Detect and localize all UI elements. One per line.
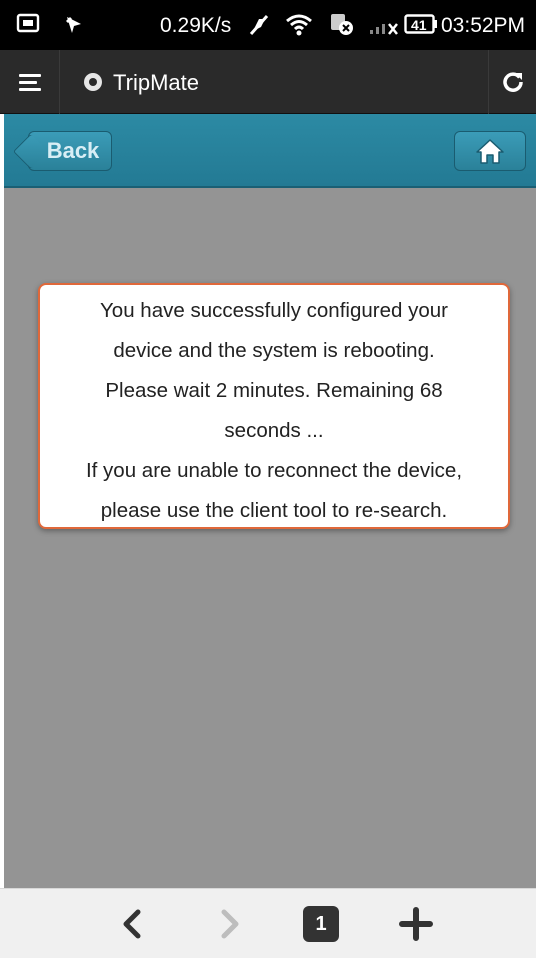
- notification-icon: [62, 12, 86, 36]
- tabs-icon: 1: [303, 906, 339, 942]
- site-title: TripMate: [113, 70, 199, 95]
- message-line: device and the system is rebooting.: [113, 339, 435, 362]
- status-bar: 0.29K/s 41 03:52PM: [0, 0, 536, 50]
- message-line: If you are unable to reconnect the devic…: [85, 459, 463, 482]
- bottom-navigation: 1: [0, 888, 536, 958]
- page-header: Back: [4, 114, 536, 188]
- content-area: You have successfully configured your de…: [4, 188, 536, 888]
- back-button[interactable]: Back: [28, 131, 112, 171]
- site-favicon-icon: [84, 73, 102, 91]
- back-button-label: Back: [46, 138, 100, 163]
- clock: 03:52PM: [441, 14, 526, 37]
- tab-count: 1: [315, 912, 327, 935]
- new-tab-icon: [399, 907, 433, 941]
- menu-icon: [18, 70, 41, 95]
- battery-level: 41: [411, 17, 427, 33]
- message-line: seconds ...: [224, 419, 324, 442]
- signal-icon: [368, 16, 400, 36]
- mute-icon: [247, 13, 271, 37]
- home-button[interactable]: [454, 131, 526, 171]
- nav-forward-button[interactable]: [206, 889, 254, 958]
- home-icon: [476, 139, 504, 164]
- message-line: please use the client tool to re-search.: [100, 499, 448, 522]
- menu-button[interactable]: [0, 50, 60, 114]
- forward-arrow-icon: [221, 909, 239, 939]
- nav-back-button[interactable]: [108, 889, 156, 958]
- sync-off-icon: [329, 12, 355, 36]
- reload-button[interactable]: [488, 50, 536, 114]
- reboot-message-dialog: You have successfully configured your de…: [38, 283, 510, 529]
- browser-toolbar: TripMate: [0, 50, 536, 114]
- message-line: Please wait 2 minutes. Remaining 68: [105, 379, 443, 402]
- tabs-button[interactable]: 1: [297, 889, 345, 958]
- screenshot-icon: [16, 12, 40, 34]
- new-tab-button[interactable]: [392, 889, 440, 958]
- back-arrow-icon: [123, 909, 141, 939]
- reload-icon: [502, 72, 523, 92]
- wifi-icon: [285, 12, 313, 36]
- network-speed: 0.29K/s: [160, 14, 232, 37]
- message-line: You have successfully configured your: [100, 299, 448, 322]
